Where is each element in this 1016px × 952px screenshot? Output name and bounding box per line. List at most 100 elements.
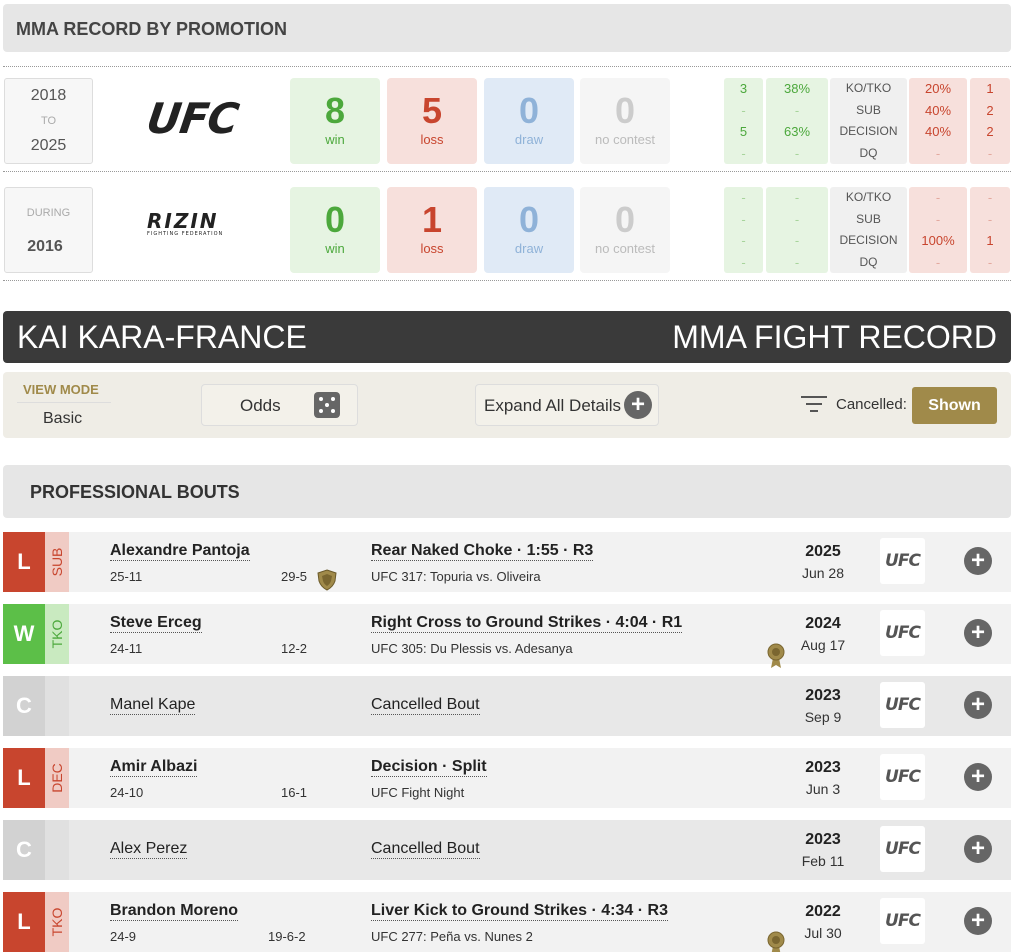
view-mode-basic[interactable]: Basic [43, 410, 82, 428]
bout-row-cancelled[interactable]: C Alex Perez Cancelled Bout 2023 Feb 11 … [3, 820, 1011, 880]
bout-year: 2023 [805, 687, 841, 704]
method-label: SUB [856, 211, 881, 226]
bout-row[interactable]: L SUB Alexandre Pantoja 25-11 29-5 Rear … [3, 532, 1011, 592]
loss-label: loss [420, 132, 444, 147]
draw-count: 0 [518, 199, 540, 240]
finish-link[interactable]: Rear Naked Choke · 1:55 · R3 [371, 542, 594, 561]
opponent-link[interactable]: Brandon Moreno [110, 902, 238, 921]
dice-icon [314, 392, 340, 418]
method-label: DQ [859, 254, 878, 269]
win-methods-percent: - - - - [766, 187, 828, 273]
method-badge: DEC [45, 748, 69, 808]
fighter-banner: KAI KARA-FRANCE MMA FIGHT RECORD [3, 311, 1011, 363]
result-badge: L [3, 532, 45, 592]
opponent-link[interactable]: Manel Kape [110, 696, 196, 715]
bout-row[interactable]: W TKO Steve Erceg 24-11 12-2 Right Cross… [3, 604, 1011, 668]
method-badge: TKO [45, 604, 69, 664]
event-name: UFC 317: Topuria vs. Oliveira [371, 569, 541, 584]
opponent-link[interactable]: Alex Perez [110, 840, 188, 859]
bout-row[interactable]: L TKO Brandon Moreno 24-9 19-6-2 Liver K… [3, 892, 1011, 952]
plus-icon: + [624, 391, 652, 419]
finish-link[interactable]: Right Cross to Ground Strikes · 4:04 · R… [371, 614, 683, 633]
method-label: DECISION [839, 124, 898, 138]
bout-date: Jun 28 [801, 565, 845, 581]
method-badge: TKO [45, 892, 69, 952]
loss-methods-percent: - - 100% - [909, 187, 967, 273]
draw-label: draw [514, 132, 544, 147]
finish-link[interactable]: Liver Kick to Ground Strikes · 4:34 · R3 [371, 902, 668, 921]
opponent-record: 29-5 [281, 569, 308, 584]
odds-button[interactable]: Odds [201, 384, 358, 426]
view-mode-label: VIEW MODE [23, 382, 99, 397]
expand-bout-icon[interactable]: + [964, 907, 992, 935]
promotion-section-header: MMA RECORD BY PROMOTION [3, 4, 1011, 52]
expand-bout-icon[interactable]: + [964, 763, 992, 791]
loss-method-value: - [987, 145, 993, 161]
method-label: KO/TKO [845, 190, 892, 204]
opponent-record: 19-6-2 [268, 929, 306, 944]
promotion-row-rizin: DURING 2016 RIZIN FIGHTING FEDERATION 0 … [3, 181, 1011, 281]
ufc-logo: UFC [880, 610, 925, 656]
opponent-link[interactable]: Amir Albazi [110, 758, 198, 777]
method-label: SUB [856, 102, 881, 117]
draw-label: draw [514, 241, 544, 256]
draw-count-box: 0 draw [484, 187, 574, 273]
bout-date: Jun 3 [805, 781, 841, 797]
no-contest-label: no contest [595, 241, 655, 256]
cancelled-label: Cancelled: [836, 396, 907, 413]
filter-icon[interactable] [801, 394, 827, 414]
fighter-record-at-bout: 24-10 [110, 785, 144, 800]
expand-bout-icon[interactable]: + [964, 691, 992, 719]
win-count: 8 [324, 90, 346, 131]
rizin-logo: RIZIN FIGHTING FEDERATION [147, 209, 223, 237]
loss-count: 5 [421, 90, 443, 131]
expand-all-button[interactable]: Expand All Details + [475, 384, 659, 426]
view-toolbar: VIEW MODE Basic Odds Expand All Details … [3, 372, 1011, 438]
year-to: 2025 [30, 137, 67, 154]
event-name: UFC Fight Night [371, 785, 465, 800]
bout-year: 2023 [805, 831, 841, 848]
promotion-row-ufc: 2018 TO 2025 UFC 8 win 5 loss 0 draw 0 n… [3, 66, 1011, 172]
opponent-link[interactable]: Steve Erceg [110, 614, 202, 633]
win-pct-value: - [794, 190, 800, 205]
method-label: KO/TKO [845, 81, 892, 95]
years-range: DURING 2016 [4, 187, 93, 273]
ufc-logo: UFC [880, 682, 925, 728]
odds-label: Odds [240, 396, 281, 415]
bouts-section-header: PROFESSIONAL BOUTS [3, 465, 1011, 518]
cancelled-shown-button[interactable]: Shown [912, 387, 997, 424]
method-label: DECISION [839, 233, 898, 247]
opponent-record: 12-2 [281, 641, 308, 656]
loss-method-value: - [987, 190, 993, 205]
no-contest-count: 0 [614, 90, 636, 131]
expand-bout-icon[interactable]: + [964, 547, 992, 575]
fighter-record-at-bout: 24-11 [110, 641, 143, 656]
cancelled-bout-link[interactable]: Cancelled Bout [371, 696, 480, 715]
loss-methods-count: 1 2 2 - [970, 78, 1010, 164]
expand-bout-icon[interactable]: + [964, 619, 992, 647]
finish-link[interactable]: Decision · Split [371, 758, 487, 777]
loss-pct-value: - [935, 254, 941, 270]
method-label: DQ [859, 145, 878, 160]
result-badge: L [3, 748, 45, 808]
win-method-value: - [741, 211, 746, 227]
bout-date: Aug 17 [800, 637, 846, 653]
win-label: win [325, 241, 345, 256]
result-badge: L [3, 892, 45, 952]
method-text: TKO [49, 907, 65, 937]
loss-methods-count: - - 1 - [970, 187, 1010, 273]
expand-bout-icon[interactable]: + [964, 835, 992, 863]
loss-pct-value: 100% [921, 233, 955, 248]
loss-pct-value: - [935, 190, 941, 205]
bout-row[interactable]: L DEC Amir Albazi 24-10 16-1 Decision · … [3, 748, 1011, 808]
win-method-value: - [741, 254, 746, 270]
win-pct-value: - [794, 233, 800, 248]
bout-row-cancelled[interactable]: C Manel Kape Cancelled Bout 2023 Sep 9 U… [3, 676, 1011, 736]
loss-pct-value: 40% [924, 124, 952, 139]
opponent-link[interactable]: Alexandre Pantoja [110, 542, 250, 561]
fighter-record-at-bout: 24-9 [110, 929, 137, 944]
bout-date: Sep 9 [804, 709, 842, 725]
cancelled-bout-link[interactable]: Cancelled Bout [371, 840, 480, 859]
result-badge: C [3, 676, 45, 736]
loss-pct-value: - [935, 211, 941, 227]
